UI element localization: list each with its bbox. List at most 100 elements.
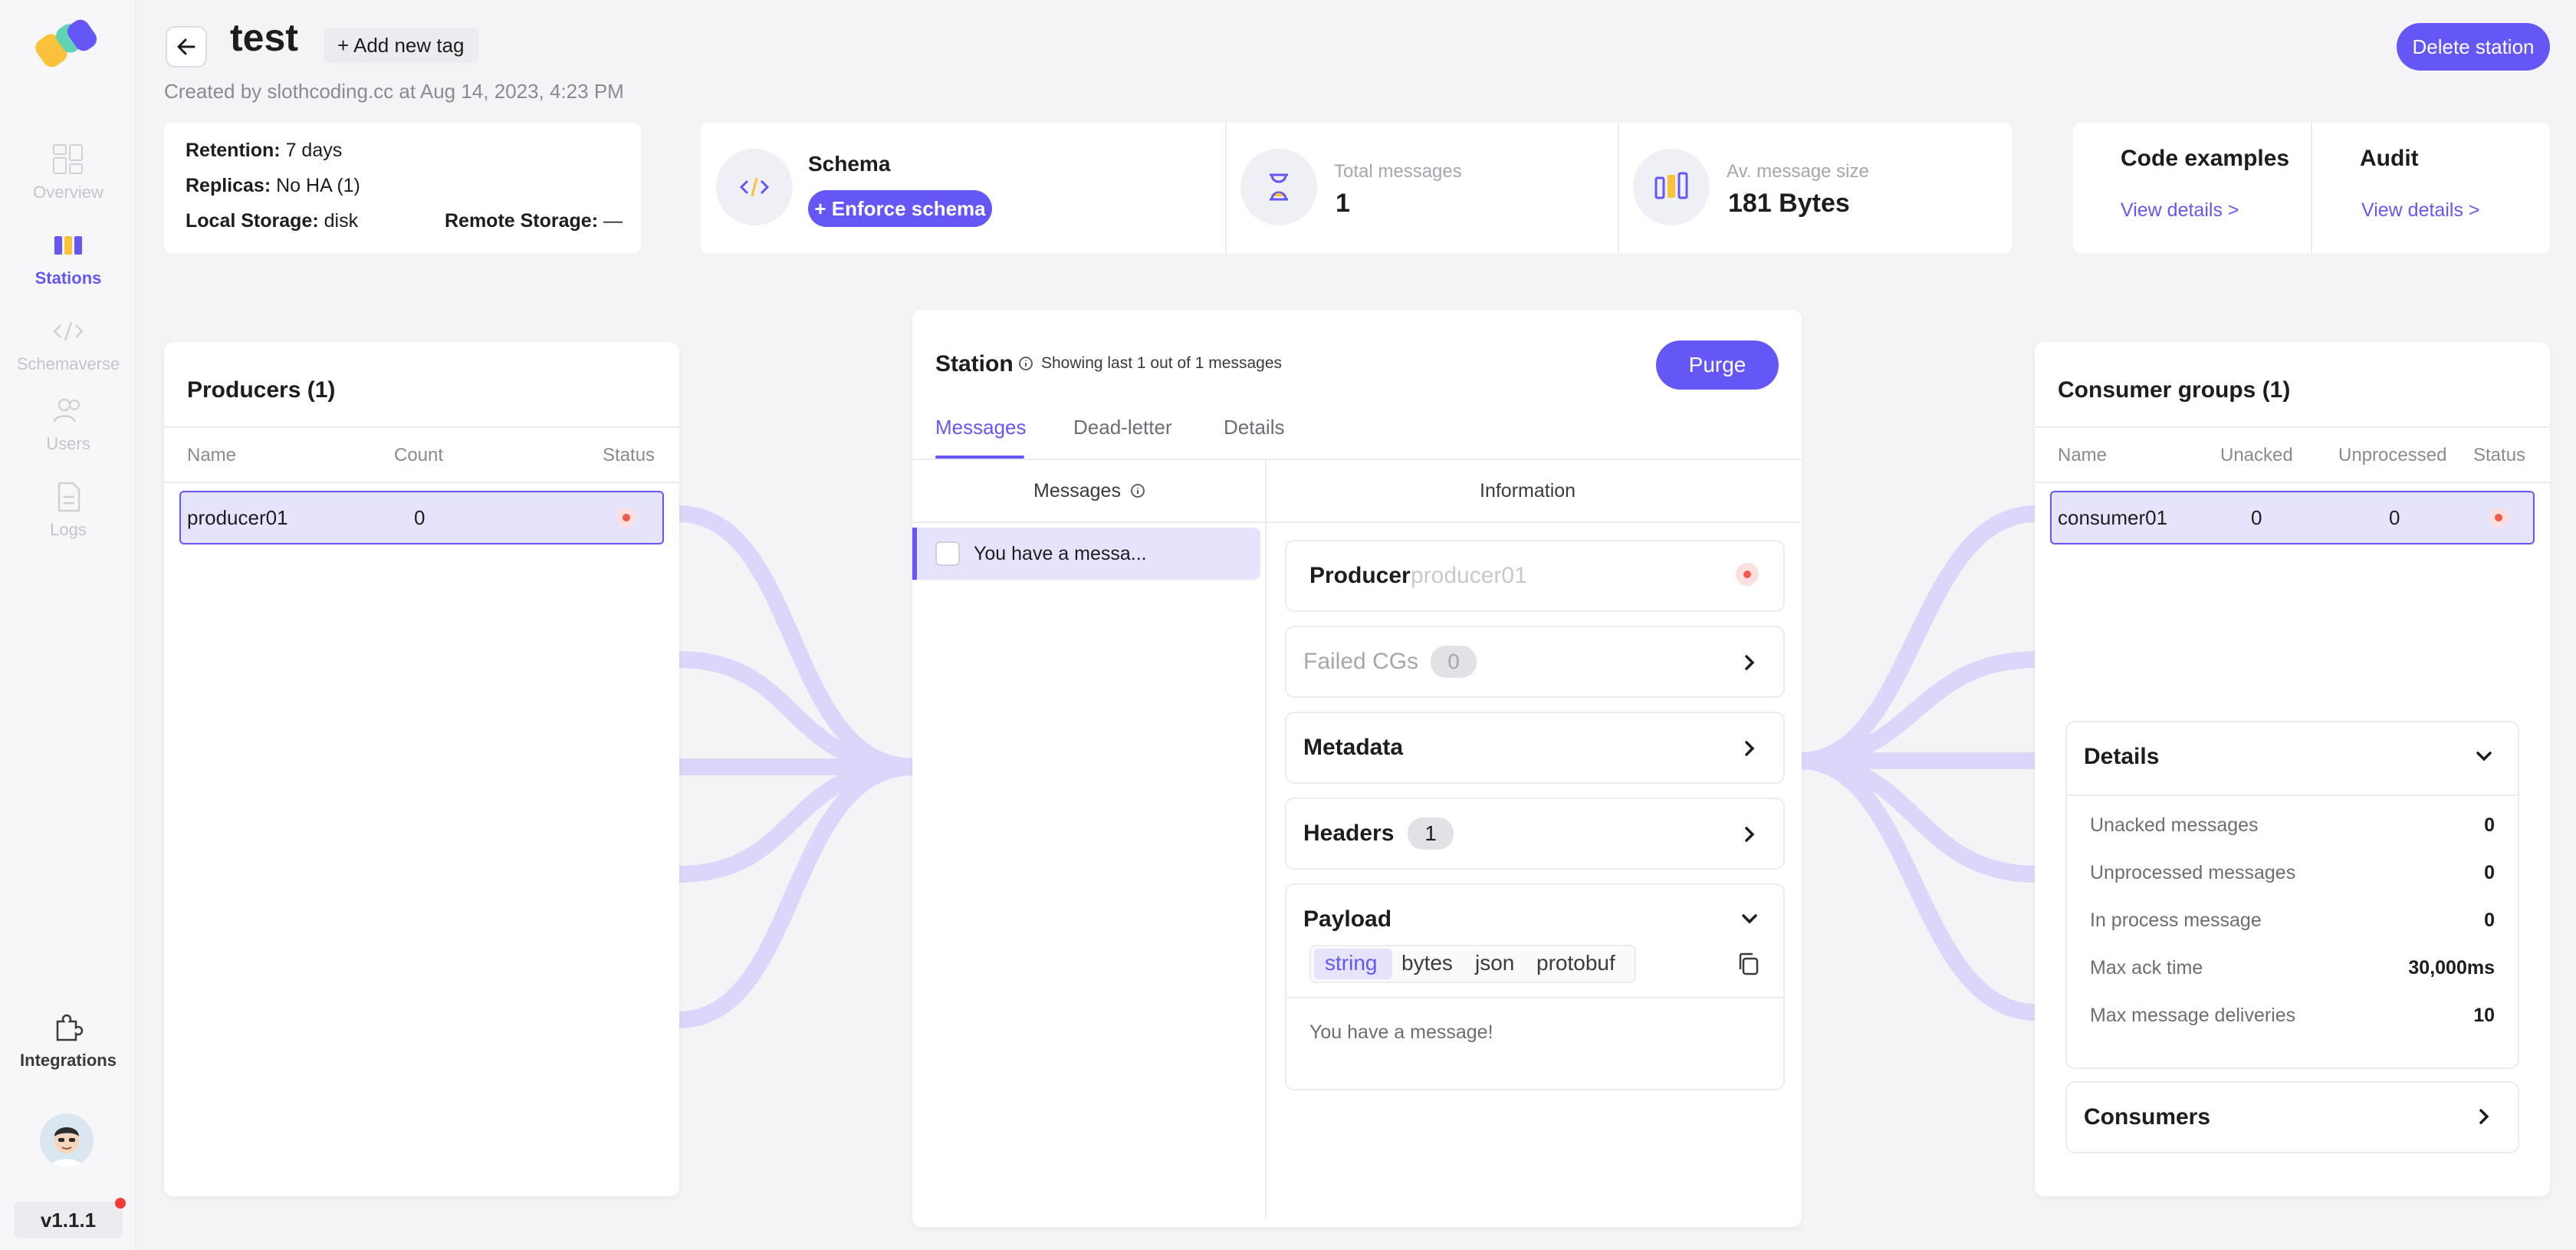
- info-icon: [1019, 357, 1033, 370]
- consumer-unprocessed: 0: [2389, 506, 2400, 529]
- producer-name: producer01: [187, 506, 288, 529]
- producer-label: Producer: [1309, 563, 1411, 588]
- tab-messages[interactable]: Messages: [935, 416, 1027, 439]
- station-panel-title: Station: [935, 351, 1014, 377]
- overview-icon: [53, 144, 83, 174]
- divider: [1225, 123, 1227, 253]
- code-icon: [739, 177, 770, 197]
- arrow-left-icon: [177, 38, 196, 55]
- stats-card: [701, 123, 2012, 253]
- divider: [1286, 997, 1783, 998]
- detail-label: In process message: [2090, 910, 2262, 931]
- code-examples-link[interactable]: View details >: [2121, 199, 2239, 222]
- detail-value: 10: [2473, 1005, 2495, 1026]
- back-button[interactable]: [166, 26, 207, 67]
- divider: [164, 482, 679, 483]
- nav-logs[interactable]: Logs: [0, 480, 136, 540]
- status-disconnected-dot: [2489, 508, 2509, 528]
- divider: [2035, 482, 2550, 483]
- size-icon-circle: [1633, 149, 1710, 225]
- col-count: Count: [394, 445, 444, 465]
- tab-details[interactable]: Details: [1224, 416, 1284, 439]
- headers-label: Headers: [1303, 821, 1395, 846]
- payload-tab-bytes[interactable]: bytes: [1401, 951, 1453, 975]
- purge-button[interactable]: Purge: [1656, 340, 1779, 390]
- nav-users[interactable]: Users: [0, 394, 136, 454]
- payload-tab-json[interactable]: json: [1475, 951, 1514, 975]
- divider: [1618, 123, 1619, 253]
- nav-schemaverse[interactable]: Schemaverse: [0, 314, 136, 374]
- delete-station-button[interactable]: Delete station: [2397, 23, 2550, 71]
- col-status: Status: [603, 445, 656, 465]
- detail-value: 0: [2484, 814, 2495, 836]
- status-disconnected-dot: [616, 508, 636, 528]
- puzzle-icon: [56, 1014, 84, 1041]
- avatar[interactable]: [40, 1113, 94, 1167]
- nav-integrations[interactable]: Integrations: [0, 1011, 136, 1071]
- local-storage-row: Local Storage: disk: [186, 210, 359, 232]
- total-messages-value: 1: [1336, 189, 1350, 218]
- remote-storage-row: Remote Storage: —: [445, 210, 623, 232]
- consumer-flow-lines: [1800, 505, 2036, 1021]
- info-icon: [1131, 484, 1145, 498]
- detail-label: Unacked messages: [2090, 814, 2259, 836]
- chevron-down-icon[interactable]: [2473, 745, 2495, 767]
- chevron-down-icon[interactable]: [1739, 908, 1760, 929]
- retention-row: Retention: 7 days: [186, 140, 343, 161]
- payload-text: You have a message!: [1309, 1021, 1493, 1043]
- detail-value: 0: [2484, 862, 2495, 883]
- producer-flow-lines: [678, 505, 914, 1028]
- message-checkbox[interactable]: [935, 541, 960, 566]
- version-badge: v1.1.1: [14, 1202, 123, 1238]
- divider: [912, 521, 1802, 523]
- chevron-right-icon[interactable]: [1739, 738, 1760, 759]
- producer-count: 0: [414, 506, 426, 529]
- divider: [1265, 460, 1267, 1219]
- col-name: Name: [2058, 445, 2108, 465]
- consumer-name: consumer01: [2058, 506, 2168, 529]
- hourglass-icon: [1270, 173, 1288, 201]
- payload-tab-protobuf[interactable]: protobuf: [1536, 951, 1615, 975]
- chevron-right-icon[interactable]: [1739, 824, 1760, 845]
- audit-link[interactable]: View details >: [2361, 199, 2480, 222]
- enforce-schema-button[interactable]: + Enforce schema: [808, 190, 992, 227]
- avg-size-label: Av. message size: [1727, 161, 1869, 182]
- avg-size-value: 181 Bytes: [1728, 189, 1850, 218]
- col-unprocessed: Unprocessed: [2338, 445, 2447, 465]
- code-icon: [53, 321, 84, 341]
- messages-col-title: Messages: [1033, 480, 1121, 502]
- users-icon: [53, 398, 80, 423]
- bars-icon: [1654, 172, 1688, 199]
- replicas-row: Replicas: No HA (1): [186, 175, 360, 196]
- memphis-logo[interactable]: [35, 18, 101, 71]
- nav-label: Integrations: [20, 1051, 117, 1070]
- tab-dead-letter[interactable]: Dead-letter: [1073, 416, 1172, 439]
- audit-title: Audit: [2360, 146, 2419, 171]
- nav-stations[interactable]: Stations: [0, 229, 136, 288]
- divider: [164, 426, 679, 428]
- chevron-right-icon[interactable]: [1739, 652, 1760, 673]
- update-indicator: [115, 1198, 126, 1209]
- details-title: Details: [2084, 744, 2160, 769]
- copy-icon[interactable]: [1736, 951, 1762, 977]
- add-tag-button[interactable]: + Add new tag: [324, 28, 478, 63]
- detail-value: 30,000ms: [2408, 957, 2495, 979]
- col-unacked: Unacked: [2220, 445, 2293, 465]
- headers-count: 1: [1408, 817, 1454, 850]
- divider: [2067, 794, 2518, 796]
- chevron-right-icon[interactable]: [2473, 1106, 2495, 1127]
- code-examples-title: Code examples: [2121, 146, 2290, 171]
- avatar-image: [51, 1127, 83, 1167]
- divider: [2035, 426, 2550, 428]
- consumers-label: Consumers: [2084, 1104, 2211, 1130]
- failed-cgs-count: 0: [1431, 646, 1477, 678]
- schema-icon-circle: [716, 149, 793, 225]
- col-status: Status: [2473, 445, 2526, 465]
- col-name: Name: [187, 445, 237, 465]
- detail-label: Unprocessed messages: [2090, 862, 2296, 883]
- producers-title: Producers (1): [187, 377, 336, 403]
- producers-panel: [164, 342, 679, 1196]
- payload-tab-string[interactable]: string: [1325, 951, 1377, 975]
- divider: [2311, 123, 2312, 253]
- nav-overview[interactable]: Overview: [0, 143, 136, 202]
